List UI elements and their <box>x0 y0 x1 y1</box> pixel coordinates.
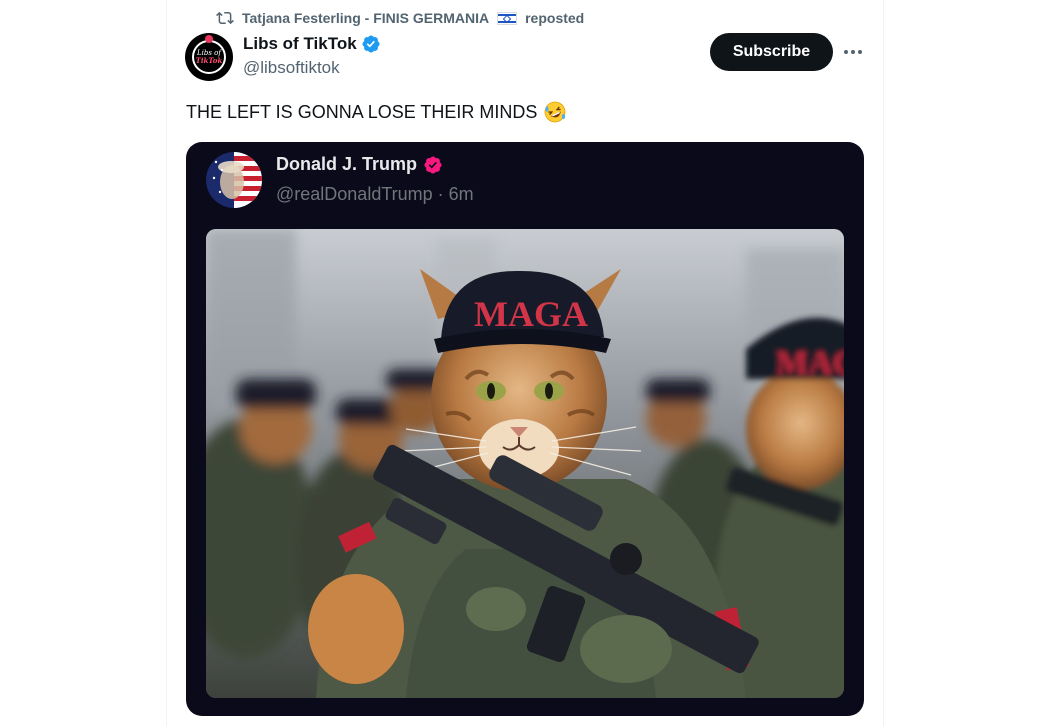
more-icon[interactable] <box>840 40 866 64</box>
repost-context[interactable]: Tatjana Festerling - FINIS GERMANIA repo… <box>216 9 584 27</box>
avatar[interactable]: Libs of TikTok <box>185 33 233 81</box>
verified-badge-icon[interactable] <box>361 34 381 54</box>
flag-icon <box>497 11 518 25</box>
avatar-line-2: TikTok <box>195 56 223 65</box>
avatar-logo: Libs of TikTok <box>192 35 226 74</box>
rofl-emoji-icon <box>543 100 567 124</box>
embedded-handle-time: @realDonaldTrump · 6m <box>276 184 474 204</box>
subscribe-button[interactable]: Subscribe <box>710 33 833 71</box>
media-card[interactable]: Donald J. Trump @realDonaldTrump · 6m MA… <box>186 142 864 716</box>
embedded-verified-icon <box>423 155 443 175</box>
tweet-text-row: THE LEFT IS GONNA LOSE THEIR MINDS <box>186 100 567 124</box>
reposter-name[interactable]: Tatjana Festerling - FINIS GERMANIA <box>242 10 489 26</box>
embedded-name: Donald J. Trump <box>276 154 418 174</box>
author-name[interactable]: Libs of TikTok <box>243 34 357 54</box>
author-name-row[interactable]: Libs of TikTok <box>243 34 381 54</box>
cap-text: MAGA <box>474 294 588 334</box>
repost-icon <box>216 9 234 27</box>
reposted-label: reposted <box>525 10 585 26</box>
embedded-name-row: Donald J. Trump <box>276 154 443 175</box>
post-image[interactable]: MAG <box>206 229 844 698</box>
author-handle[interactable]: @libsoftiktok <box>243 58 340 78</box>
embedded-avatar <box>206 152 262 208</box>
tweet-text: THE LEFT IS GONNA LOSE THEIR MINDS <box>186 101 538 122</box>
svg-text:MAG: MAG <box>776 345 844 382</box>
